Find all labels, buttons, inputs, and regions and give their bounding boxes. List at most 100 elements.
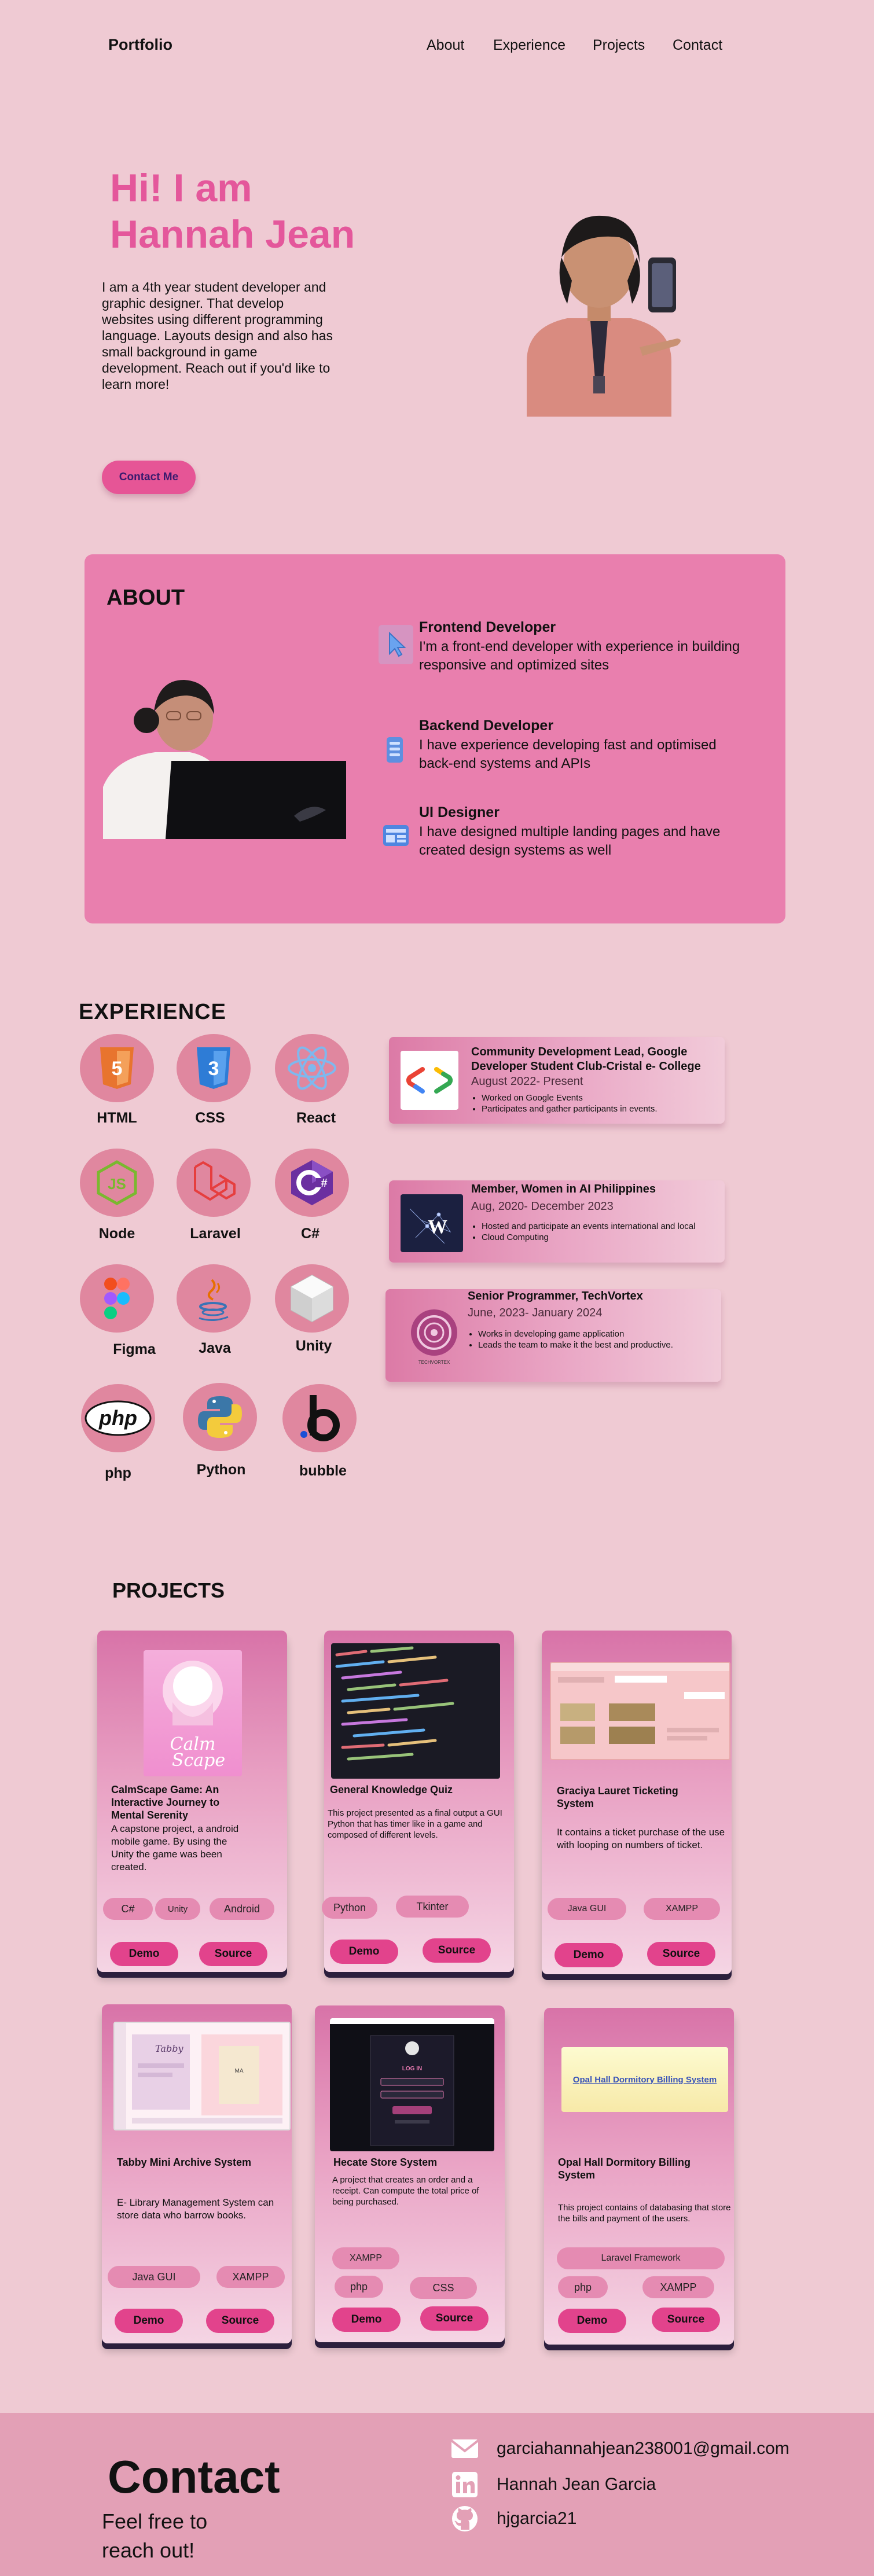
tag-xampp: XAMPP: [332, 2247, 399, 2269]
svg-text:JS: JS: [108, 1175, 126, 1193]
demo-button-quiz[interactable]: Demo: [330, 1940, 398, 1964]
tag-java-gui: Java GUI: [108, 2266, 200, 2288]
contact-linkedin[interactable]: Hannah Jean Garcia: [497, 2475, 656, 2494]
source-button-calmscape[interactable]: Source: [199, 1942, 267, 1966]
source-button-quiz[interactable]: Source: [423, 1938, 491, 1963]
tag-xampp: XAMPP: [642, 2276, 714, 2298]
react-icon: [288, 1046, 336, 1090]
tabby-thumbnail: Tabby MA: [113, 2022, 291, 2130]
experience-bullet: Cloud Computing: [482, 1232, 703, 1243]
projects-heading: PROJECTS: [112, 1578, 225, 1602]
contact-subtitle-line1: Feel free to: [102, 2509, 208, 2533]
project-desc-hecate: A project that creates an order and a re…: [332, 2175, 479, 2207]
source-button-tabby[interactable]: Source: [206, 2309, 274, 2333]
project-title-calmscape: CalmScape Game: An Interactive Journey t…: [111, 1784, 220, 1821]
project-title-quiz: General Knowledge Quiz: [330, 1784, 453, 1795]
about-heading: ABOUT: [107, 586, 185, 610]
contact-subtitle-line2: reach out!: [102, 2538, 195, 2562]
demo-button-ticketing[interactable]: Demo: [554, 1943, 623, 1967]
tech-label-php: php: [105, 1465, 131, 1481]
experience-bullets-waiph: Hosted and participate an events interna…: [471, 1221, 703, 1243]
contact-email[interactable]: garciahannahjean238001@gmail.com: [497, 2439, 789, 2459]
experience-bullets-techvortex: Works in developing game application Lea…: [468, 1329, 699, 1350]
laravel-logo-circle: [177, 1149, 251, 1217]
laravel-icon: [194, 1161, 236, 1201]
hecate-login-text: LOG IN: [402, 2066, 422, 2072]
tech-label-html: HTML: [97, 1110, 137, 1126]
tech-label-csharp: C#: [301, 1226, 320, 1242]
tag-java-gui: Java GUI: [548, 1898, 626, 1920]
bubble-logo-circle: [282, 1384, 357, 1452]
project-title-hecate: Hecate Store System: [333, 2157, 438, 2168]
html5-icon: 5: [100, 1047, 134, 1089]
contact-github[interactable]: hjgarcia21: [497, 2509, 576, 2529]
experience-bullet: Participates and gather participants in …: [482, 1103, 703, 1114]
svg-text:MA: MA: [235, 2068, 244, 2074]
css3-icon: 3: [197, 1047, 230, 1089]
nav-experience[interactable]: Experience: [493, 37, 565, 54]
ticketing-ui-art: [551, 1663, 729, 1744]
php-icon: php: [85, 1400, 152, 1436]
contact-email-row[interactable]: garciahannahjean238001@gmail.com: [450, 2437, 789, 2460]
php-logo-circle: php: [81, 1384, 155, 1452]
tag-php: php: [335, 2276, 383, 2298]
tech-label-unity: Unity: [295, 1338, 332, 1354]
demo-button-calmscape[interactable]: Demo: [110, 1942, 178, 1966]
svg-text:5: 5: [112, 1058, 123, 1080]
skill-desc-ui: I have designed multiple landing pages a…: [419, 824, 721, 858]
contact-linkedin-row[interactable]: Hannah Jean Garcia: [450, 2472, 656, 2497]
figma-icon: [104, 1278, 130, 1319]
contact-me-button[interactable]: Contact Me: [102, 461, 196, 494]
hero-title-line1: Hi! I am: [110, 166, 252, 210]
project-title-tabby: Tabby Mini Archive System: [117, 2157, 252, 2168]
tag-laravel: Laravel Framework: [557, 2247, 725, 2269]
experience-bullet: Worked on Google Events: [482, 1092, 703, 1103]
project-title-ticketing: Graciya Lauret Ticketing System: [557, 1785, 678, 1809]
experience-bullets-gdsc: Worked on Google Events Participates and…: [471, 1092, 703, 1114]
tag-css: CSS: [410, 2277, 477, 2299]
tag-php: php: [558, 2276, 608, 2298]
experience-title-gdsc: Community Development Lead, Google Devel…: [471, 1046, 701, 1073]
nav-projects[interactable]: Projects: [593, 37, 645, 54]
unity-icon: [291, 1274, 333, 1323]
gdsc-icon: [406, 1067, 453, 1094]
nav-about[interactable]: About: [427, 37, 464, 54]
source-button-opal[interactable]: Source: [652, 2308, 720, 2332]
skill-title-frontend: Frontend Developer: [419, 619, 556, 635]
experience-date-gdsc: August 2022- Present: [471, 1075, 583, 1088]
experience-title-techvortex: Senior Programmer, TechVortex: [468, 1290, 643, 1302]
github-icon: [452, 2506, 478, 2531]
svg-text:TECHVORTEX: TECHVORTEX: [418, 1360, 450, 1365]
gdsc-logo: [401, 1051, 458, 1110]
project-desc-ticketing: It contains a ticket purchase of the use…: [557, 1827, 725, 1850]
nodejs-icon: JS: [97, 1160, 137, 1205]
source-button-hecate[interactable]: Source: [420, 2306, 489, 2331]
skill-title-backend: Backend Developer: [419, 717, 554, 734]
python-icon: [198, 1396, 242, 1438]
tag-unity: Unity: [155, 1898, 200, 1920]
skill-desc-frontend: I'm a front-end developer with experienc…: [419, 639, 740, 673]
demo-button-opal[interactable]: Demo: [558, 2309, 626, 2333]
experience-bullet: Works in developing game application: [478, 1329, 699, 1339]
nav-contact[interactable]: Contact: [673, 37, 722, 54]
project-title-opal: Opal Hall Dormitory Billing System: [558, 2157, 691, 2181]
brand-logo[interactable]: Portfolio: [108, 36, 172, 54]
java-logo-circle: [177, 1264, 251, 1333]
opal-thumbnail: Opal Hall Dormitory Billing System: [561, 2047, 728, 2112]
source-button-ticketing[interactable]: Source: [647, 1942, 715, 1966]
css-logo-circle: 3: [177, 1034, 251, 1102]
svg-text:3: 3: [208, 1058, 219, 1080]
unity-logo-circle: [275, 1264, 349, 1333]
node-logo-circle: JS: [80, 1149, 154, 1217]
tech-label-bubble: bubble: [299, 1463, 347, 1479]
calmscape-thumbnail: Calm Scape: [144, 1650, 242, 1776]
tag-tkinter: Tkinter: [396, 1896, 469, 1918]
demo-button-hecate[interactable]: Demo: [332, 2308, 401, 2332]
contact-github-row[interactable]: hjgarcia21: [450, 2505, 576, 2532]
demo-button-tabby[interactable]: Demo: [115, 2309, 183, 2333]
linkedin-icon: [452, 2472, 478, 2497]
experience-date-waiph: Aug, 2020- December 2023: [471, 1200, 614, 1213]
hero-portrait: [527, 215, 681, 417]
server-icon: [387, 737, 403, 763]
tag-android: Android: [210, 1898, 274, 1920]
